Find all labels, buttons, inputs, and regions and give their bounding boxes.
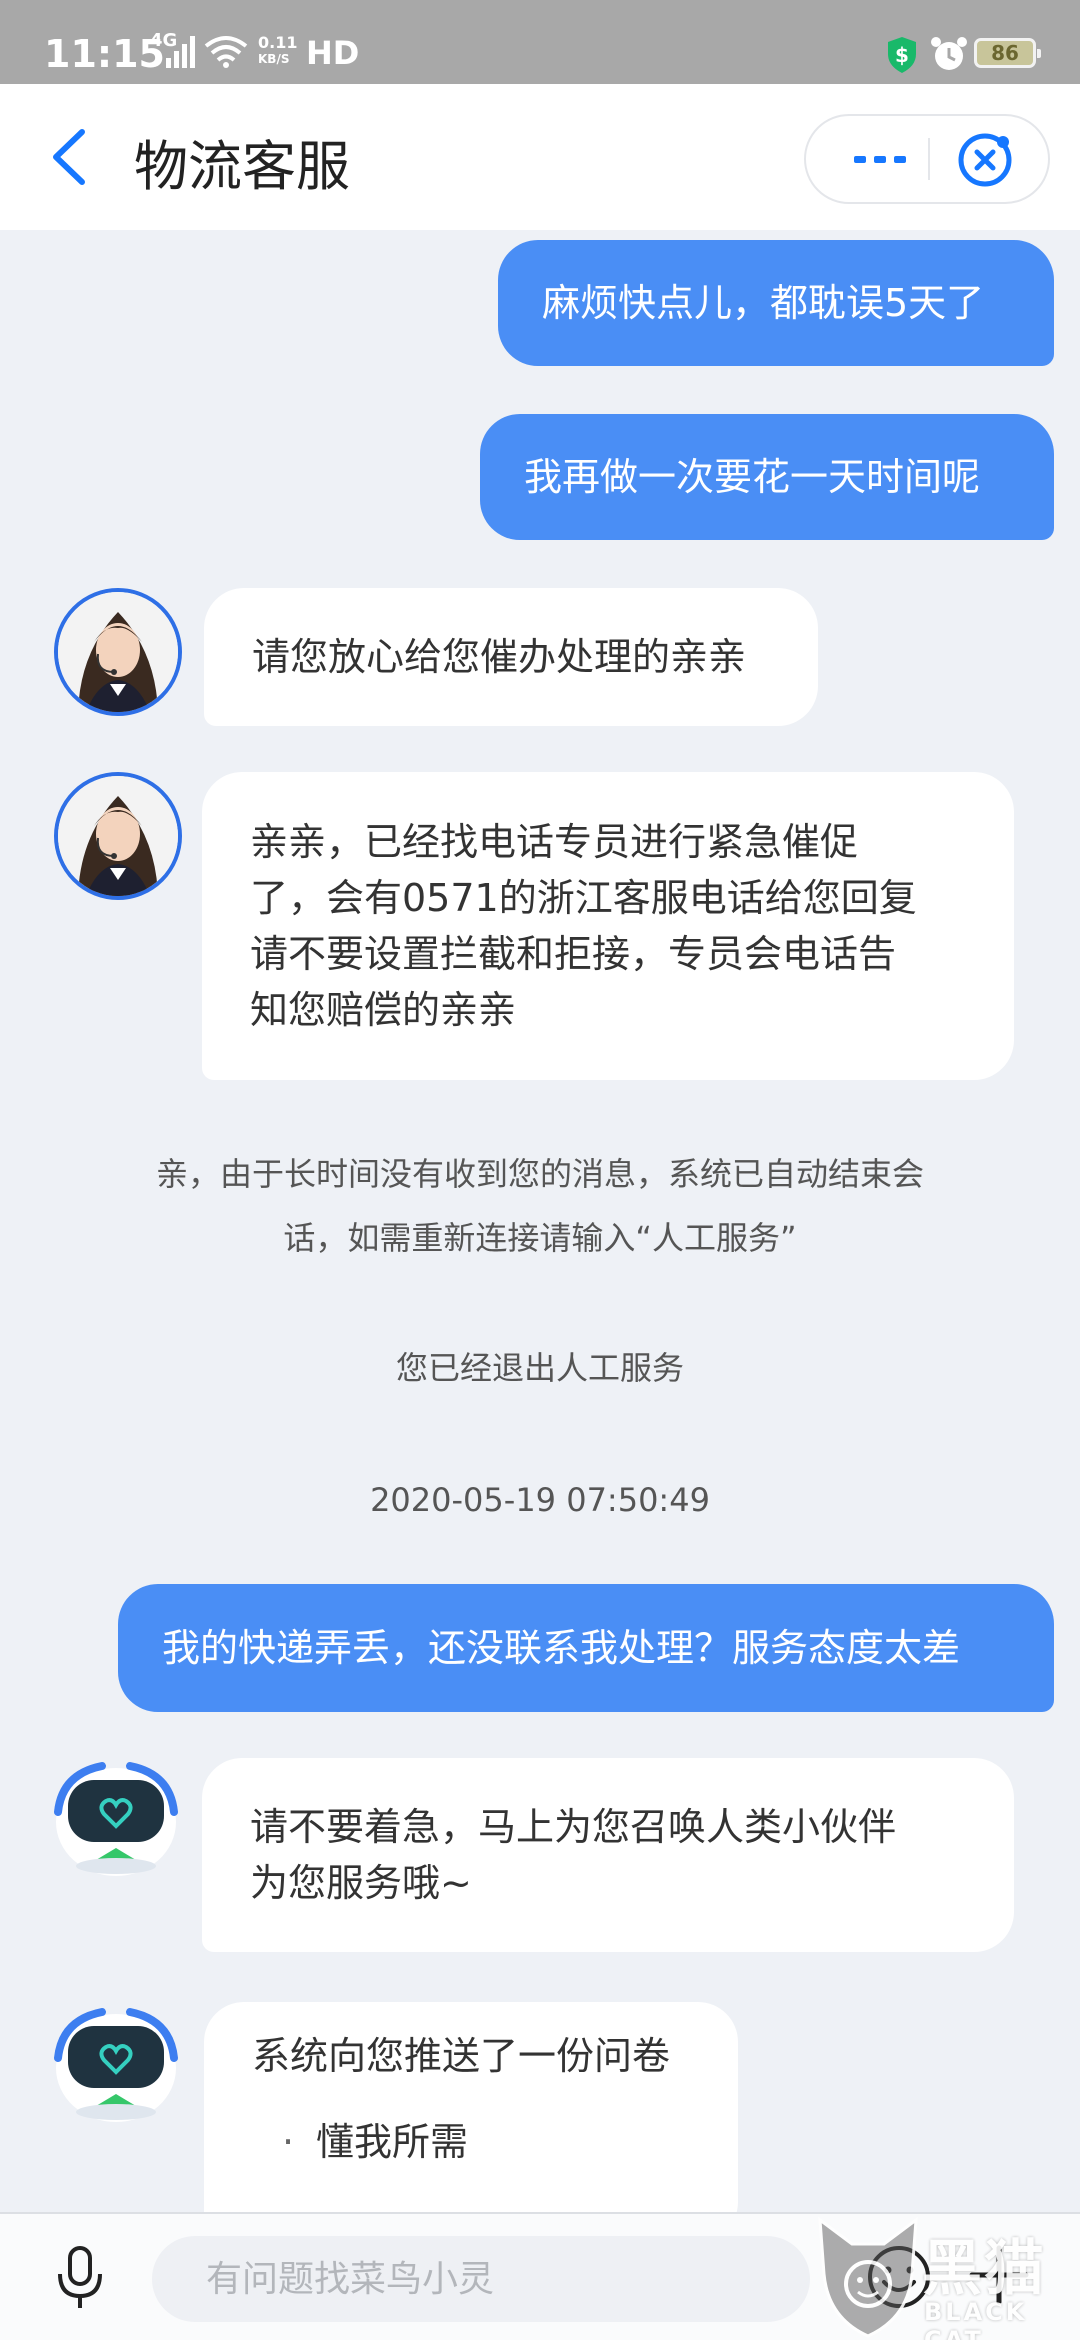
- message-line: 了，会有0571的浙江客服电话给您回复: [250, 876, 917, 920]
- alarm-icon: [931, 37, 967, 70]
- message-line: 请不要设置拦截和拒接，专员会电话告: [250, 932, 897, 976]
- watermark: 黑猫 BLACK CAT: [812, 2210, 1080, 2340]
- black-cat-logo-icon: [818, 2216, 918, 2338]
- message-text: 我再做一次要花一天时间呢: [524, 455, 981, 499]
- system-notice: 亲，由于长时间没有收到您的消息，系统已自动结束会 话，如需重新连接请输入“人工服…: [155, 1155, 924, 1257]
- agent-avatar: [54, 772, 182, 900]
- capsule-divider: [928, 138, 930, 180]
- system-notice: 您已经退出人工服务: [395, 1349, 684, 1387]
- message-text: 我的快递弄丢，还没联系我处理？服务态度太差: [162, 1626, 961, 1670]
- close-circle-icon[interactable]: [956, 131, 1014, 189]
- message-input[interactable]: [152, 2236, 810, 2322]
- network-speed: 0.11 KB/S: [258, 33, 298, 66]
- svg-text:$: $: [895, 43, 909, 67]
- chat-area[interactable]: 麻烦快点儿，都耽误5天了 我再做一次要花一天时间呢 请您放心给您催办处理的亲亲: [0, 230, 1080, 2212]
- status-time: 11:15: [44, 32, 165, 76]
- agent-avatar-icon: [58, 776, 178, 896]
- battery-indicator: 86: [974, 38, 1041, 68]
- back-button[interactable]: [42, 124, 102, 190]
- page-title: 物流客服: [134, 135, 350, 198]
- bot-avatar: [52, 2002, 180, 2130]
- more-dots-icon[interactable]: [840, 116, 920, 202]
- agent-message: 请您放心给您催办处理的亲亲: [204, 588, 818, 726]
- user-message: 我的快递弄丢，还没联系我处理？服务态度太差: [118, 1584, 1054, 1712]
- app-header: 物流客服: [0, 84, 1080, 230]
- message-line: 亲亲，已经找电话专员进行紧急催促: [250, 820, 859, 864]
- mini-program-capsule: [804, 114, 1050, 204]
- hd-indicator: HD: [306, 34, 360, 72]
- agent-message: 亲亲，已经找电话专员进行紧急催促 了，会有0571的浙江客服电话给您回复 请不要…: [202, 772, 1014, 1080]
- message-line: 为您服务哦~: [250, 1861, 472, 1905]
- robot-icon: [54, 2008, 178, 2122]
- bot-avatar: [52, 1756, 180, 1884]
- message-line: 请不要着急，马上为您召唤人类小伙伴: [250, 1805, 897, 1849]
- message-text: 麻烦快点儿，都耽误5天了: [542, 281, 985, 325]
- watermark-cn: 黑猫: [922, 2234, 1046, 2304]
- survey-option[interactable]: 懂我所需: [252, 2114, 468, 2170]
- wifi-icon: [204, 36, 248, 68]
- shield-icon: $: [888, 37, 916, 73]
- robot-icon: [54, 1762, 178, 1876]
- survey-card[interactable]: 系统向您推送了一份问卷 懂我所需: [204, 2002, 738, 2212]
- user-message: 麻烦快点儿，都耽误5天了: [498, 240, 1054, 366]
- agent-avatar: [54, 588, 182, 716]
- watermark-en: BLACK CAT: [924, 2298, 1028, 2340]
- user-message: 我再做一次要花一天时间呢: [480, 414, 1054, 540]
- microphone-icon[interactable]: [52, 2246, 108, 2310]
- bot-message: 请不要着急，马上为您召唤人类小伙伴 为您服务哦~: [202, 1758, 1014, 1952]
- message-line: 知您赔偿的亲亲: [250, 988, 517, 1032]
- status-bar: 11:15 4G 0.11 KB/S HD $ 86: [0, 0, 1080, 84]
- agent-avatar-icon: [58, 592, 178, 712]
- signal-icon: [166, 36, 195, 68]
- message-text: 请您放心给您催办处理的亲亲: [252, 635, 747, 679]
- survey-title: 系统向您推送了一份问卷: [252, 2034, 671, 2078]
- timestamp: 2020-05-19 07:50:49: [370, 1481, 710, 1519]
